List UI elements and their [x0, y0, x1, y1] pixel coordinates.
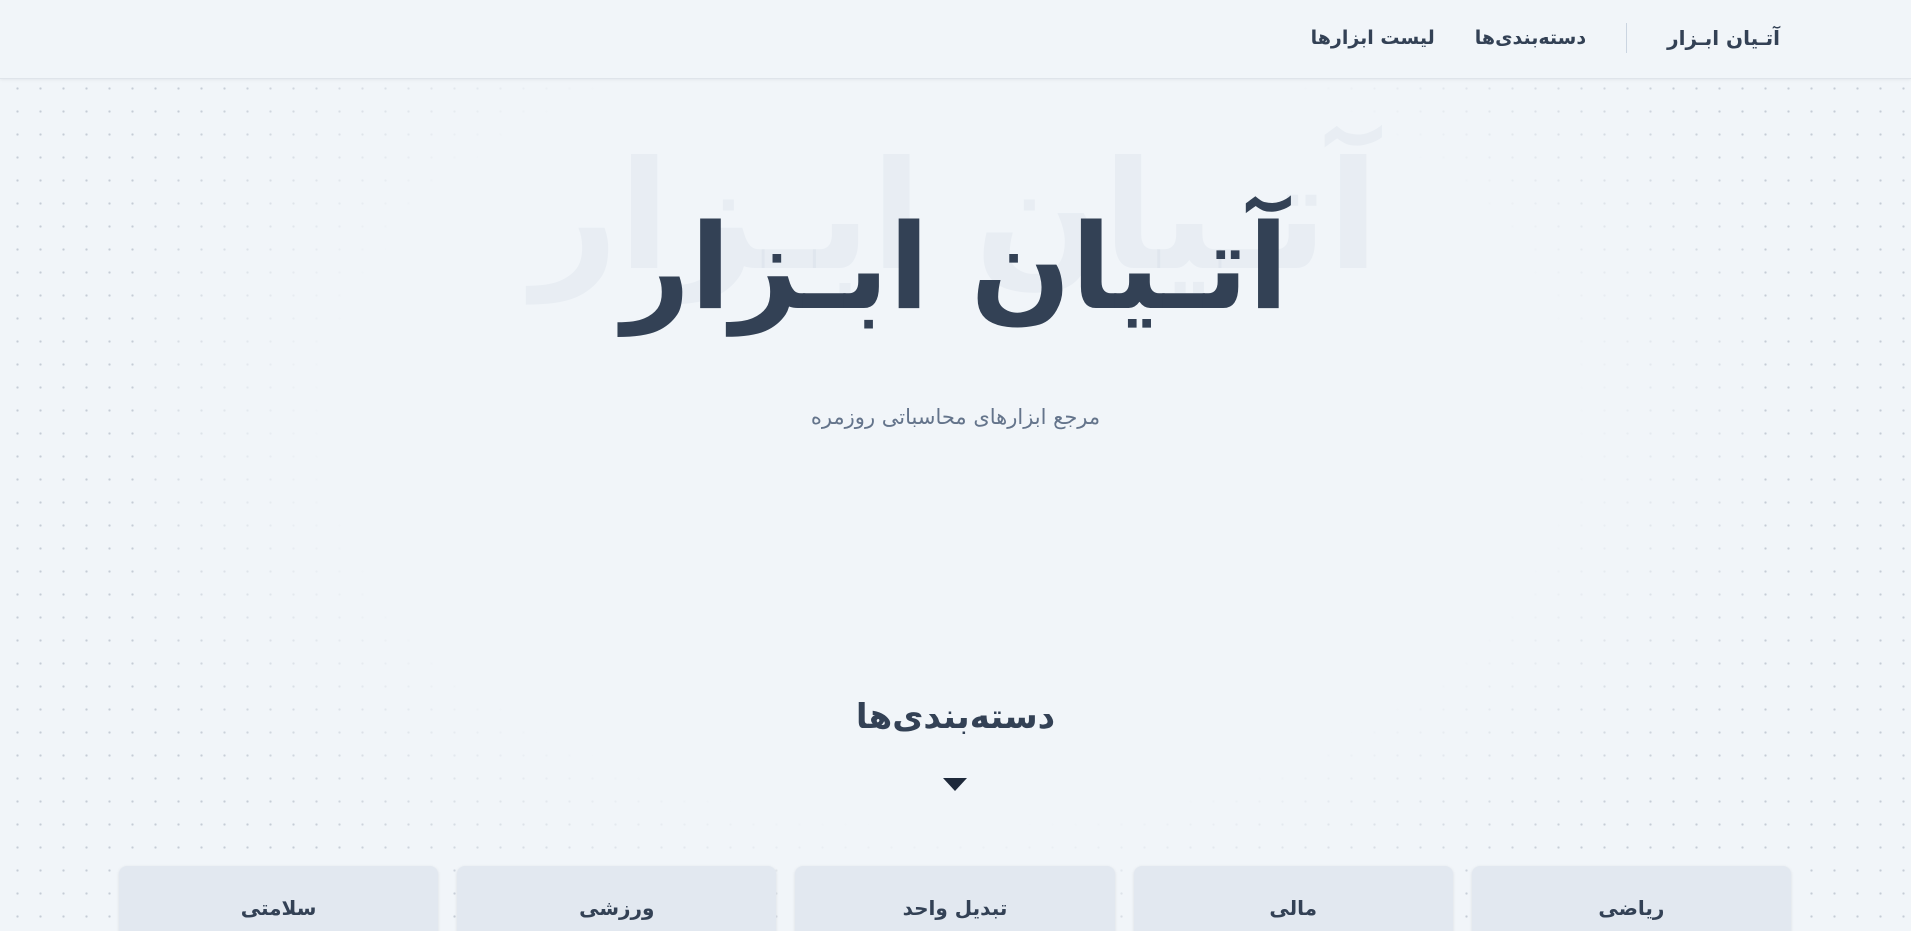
category-card-label: ورزشی [579, 896, 655, 920]
category-card-label: سلامتی [240, 896, 317, 920]
category-card-sports[interactable]: ورزشی [457, 866, 777, 931]
caret-down-icon[interactable] [943, 778, 967, 791]
main-nav: آتـیان ابـزار دسته‌بندی‌ها لیست ابزارها [1311, 22, 1780, 54]
categories-heading: دسته‌بندی‌ها [855, 697, 1056, 737]
hero-subtitle: مرجع ابزارهای محاسباتی روزمره [810, 405, 1101, 429]
category-card-label: مالی [1269, 896, 1318, 920]
nav-link-categories[interactable]: دسته‌بندی‌ها [1475, 27, 1586, 49]
category-card-label: تبدیل واحد [902, 896, 1008, 920]
nav-link-tools-list[interactable]: لیست ابزارها [1311, 27, 1435, 49]
category-card-finance[interactable]: مالی [1133, 866, 1453, 931]
category-card-label: ریاضی [1598, 896, 1665, 920]
nav-divider [1626, 23, 1628, 53]
category-cards: ریاضی مالی تبدیل واحد ورزشی سلامتی [118, 866, 1791, 931]
hero-title: آتـیان ابـزار [622, 198, 1289, 336]
category-card-health[interactable]: سلامتی [118, 866, 439, 931]
category-card-unit-conversion[interactable]: تبدیل واحد [795, 866, 1115, 931]
top-navbar: آتـیان ابـزار دسته‌بندی‌ها لیست ابزارها [0, 0, 1911, 79]
brand-logo-text[interactable]: آتـیان ابـزار [1627, 26, 1780, 50]
category-card-math[interactable]: ریاضی [1471, 866, 1791, 931]
page: آتـیان ابـزار دسته‌بندی‌ها لیست ابزارها … [0, 0, 1911, 931]
